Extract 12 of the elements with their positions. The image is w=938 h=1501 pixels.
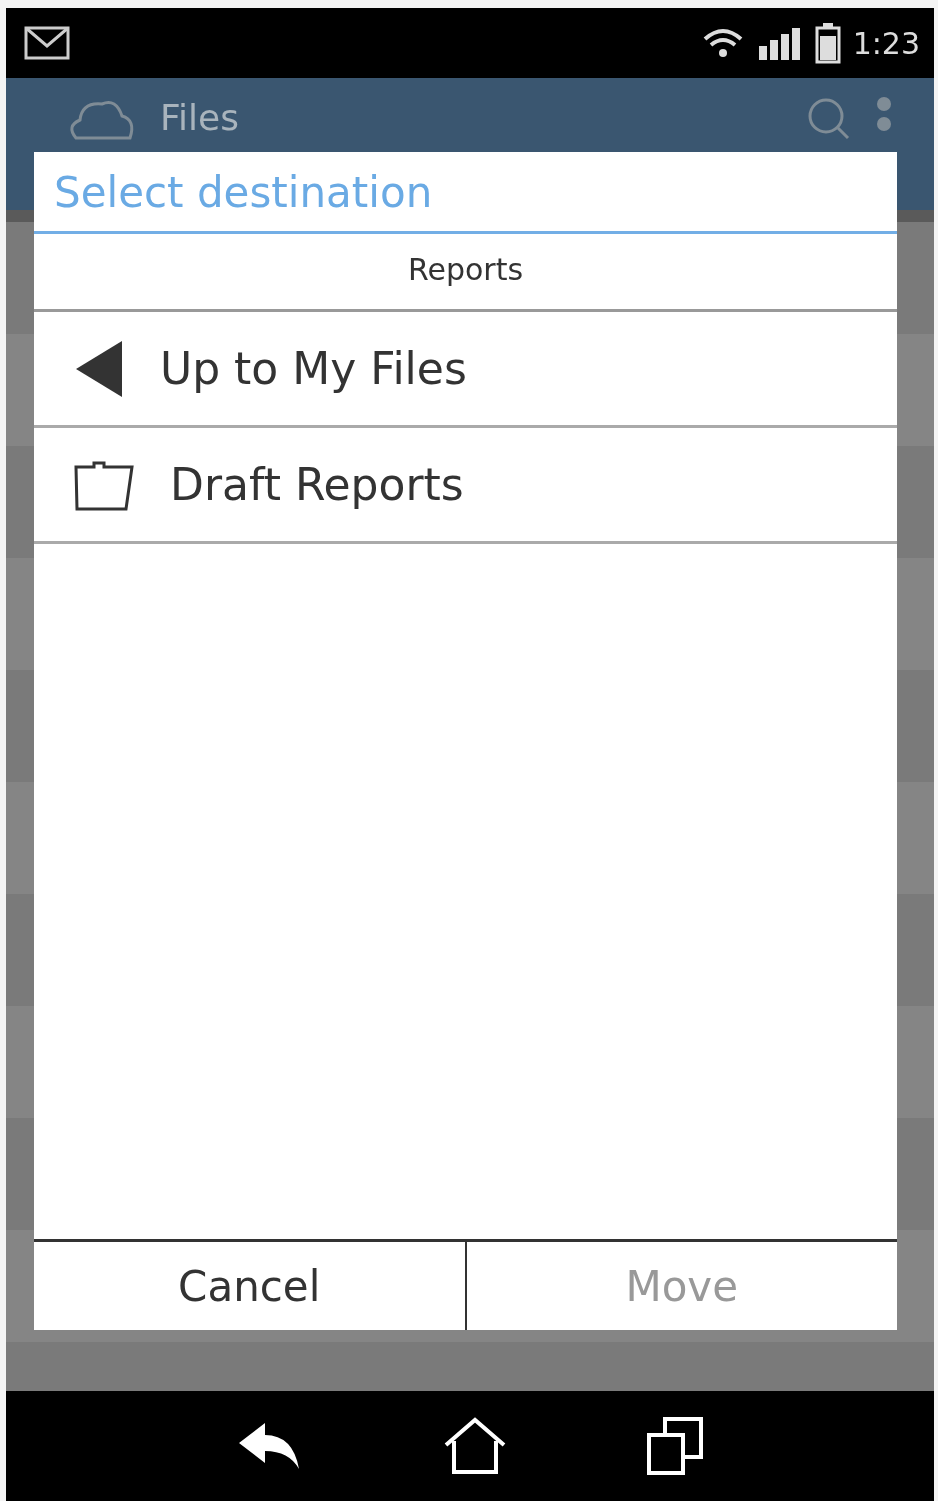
recent-apps-icon[interactable] [647,1417,704,1475]
signal-icon [756,26,803,60]
current-folder-label: Reports [34,234,897,312]
dialog-title: Select destination [34,152,897,234]
mail-icon [24,26,70,60]
app-title: Files [160,96,239,140]
folder-list-item[interactable]: Draft Reports [34,428,897,544]
folder-list-item[interactable]: Up to My Files [34,312,897,428]
home-icon[interactable] [444,1417,506,1475]
clock-time: 1:23 [852,25,920,61]
battery-icon [814,22,841,64]
back-triangle-icon [74,338,124,399]
